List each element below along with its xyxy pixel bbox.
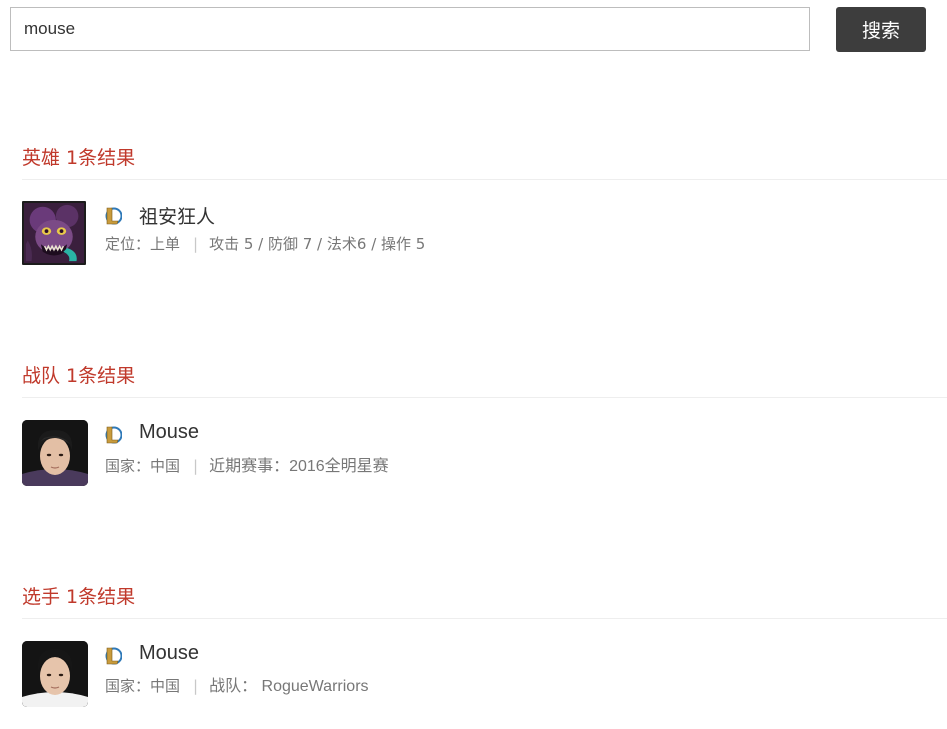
player-photo[interactable] [22, 641, 88, 707]
meta-separator: | [193, 457, 199, 475]
result-count: 1条结果 [66, 147, 136, 169]
section-heading: 选手 1条结果 [22, 582, 135, 609]
player-team: 战队： RogueWarriors [209, 678, 369, 695]
result-count: 1条结果 [66, 586, 136, 608]
section-heading: 英雄 1条结果 [22, 143, 135, 170]
meta-separator: | [193, 677, 199, 695]
hero-portrait[interactable] [22, 201, 86, 265]
team-result-item[interactable]: Mouse 国家：中国 | 近期赛事：2016全明星赛 [22, 420, 922, 490]
result-meta: 国家：中国 | 战队： RogueWarriors [105, 672, 369, 696]
result-count: 1条结果 [66, 365, 136, 387]
team-country: 国家：中国 [105, 457, 181, 475]
result-meta: 定位：上单 | 攻击 5 / 防御 7 / 法术6 / 操作 5 [105, 233, 425, 254]
section-title: 选手 [22, 586, 61, 608]
section-title: 战队 [22, 365, 61, 387]
divider [22, 179, 947, 180]
result-name[interactable]: 祖安狂人 [139, 202, 215, 229]
league-of-legends-icon [104, 206, 122, 226]
meta-separator: | [193, 235, 199, 253]
league-of-legends-icon [104, 646, 122, 666]
player-country: 国家：中国 [105, 677, 181, 695]
player-photo[interactable] [22, 420, 88, 486]
result-name[interactable]: Mouse [139, 642, 199, 665]
search-button[interactable]: 搜索 [836, 7, 926, 52]
divider [22, 397, 947, 398]
search-input[interactable] [10, 7, 810, 51]
hero-stats: 攻击 5 / 防御 7 / 法术6 / 操作 5 [209, 235, 426, 253]
league-of-legends-icon [104, 425, 122, 445]
player-result-item[interactable]: Mouse 国家：中国 | 战队： RogueWarriors [22, 641, 922, 711]
team-recent-event: 近期赛事：2016全明星赛 [209, 458, 389, 475]
hero-result-item[interactable]: 祖安狂人 定位：上单 | 攻击 5 / 防御 7 / 法术6 / 操作 5 [22, 201, 922, 271]
section-title: 英雄 [22, 147, 61, 169]
divider [22, 618, 947, 619]
hero-role: 定位：上单 [105, 235, 181, 253]
result-meta: 国家：中国 | 近期赛事：2016全明星赛 [105, 452, 389, 476]
section-heading: 战队 1条结果 [22, 361, 135, 388]
search-results-page: 搜索 英雄1条结果 [0, 0, 947, 729]
result-name[interactable]: Mouse [139, 421, 199, 444]
